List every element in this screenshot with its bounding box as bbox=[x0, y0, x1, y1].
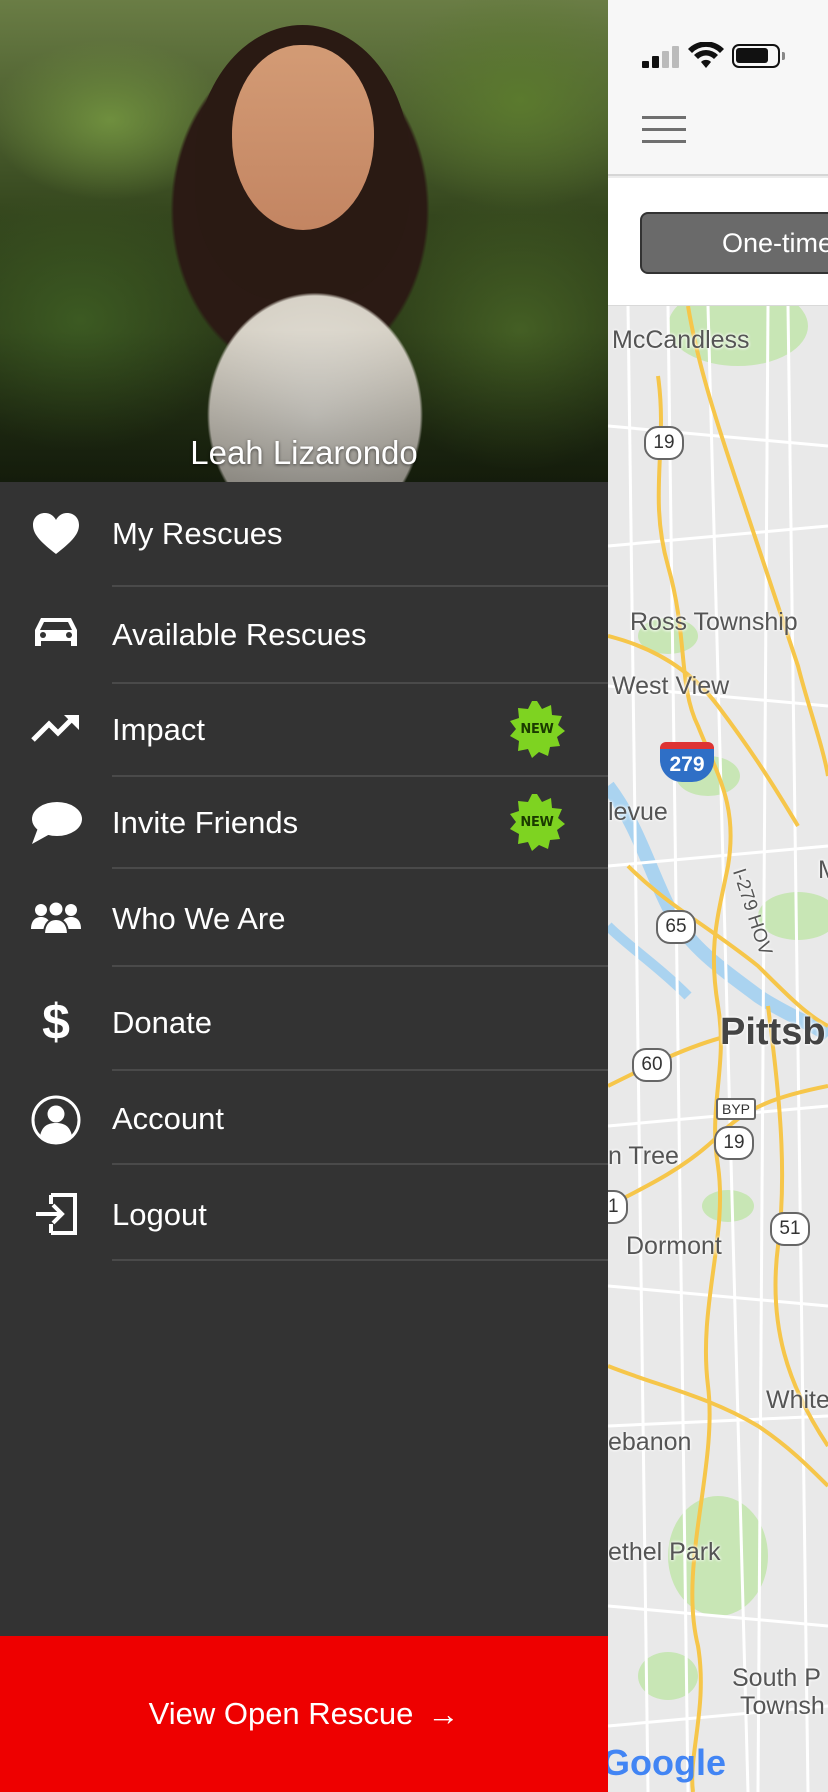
map-label: ebanon bbox=[608, 1428, 692, 1456]
new-badge: NEW bbox=[508, 793, 566, 851]
arrow-right-icon: → bbox=[427, 1695, 460, 1732]
menu-item-label: Logout bbox=[112, 1197, 207, 1232]
menu-item-donate[interactable]: $ Donate bbox=[0, 967, 608, 1071]
group-icon bbox=[28, 897, 84, 939]
map-label: West View bbox=[612, 672, 730, 700]
map-label: Townsh bbox=[740, 1692, 825, 1720]
profile-name: Leah Lizarondo bbox=[190, 434, 418, 471]
drawer-menu: My Rescues Available Rescues Impact NEW … bbox=[0, 482, 608, 1261]
profile-photo-face bbox=[232, 45, 374, 230]
main-app-view: One-time McCandless Ross Township West V… bbox=[608, 0, 828, 1792]
map-label: South P bbox=[732, 1664, 821, 1692]
hamburger-menu-icon[interactable] bbox=[642, 116, 688, 144]
map-label: Ross Township bbox=[630, 608, 798, 636]
user-circle-icon bbox=[28, 1095, 84, 1145]
map-label: Dormont bbox=[626, 1232, 722, 1260]
map-label: Pittsb bbox=[720, 1011, 826, 1053]
route-shield: 51 bbox=[770, 1212, 810, 1246]
view-open-rescue-label: View Open Rescue bbox=[148, 1696, 414, 1731]
menu-divider bbox=[112, 1259, 608, 1261]
menu-item-label: Who We Are bbox=[112, 901, 286, 936]
rescue-type-tabs: One-time bbox=[608, 178, 828, 306]
menu-item-logout[interactable]: Logout bbox=[0, 1165, 608, 1261]
map-label: White bbox=[766, 1386, 828, 1414]
route-shield: 60 bbox=[632, 1048, 672, 1082]
menu-item-label: Donate bbox=[112, 1005, 212, 1040]
dollar-icon: $ bbox=[42, 994, 70, 1050]
menu-item-impact[interactable]: Impact NEW bbox=[0, 684, 608, 777]
menu-item-account[interactable]: Account bbox=[0, 1071, 608, 1165]
menu-item-label: Account bbox=[112, 1101, 225, 1136]
speech-bubble-icon bbox=[28, 799, 84, 847]
navigation-drawer: Leah Lizarondo My Rescues Available Resc… bbox=[0, 0, 608, 1792]
logout-icon bbox=[28, 1191, 84, 1237]
map-label: M bbox=[818, 856, 828, 885]
car-icon bbox=[28, 611, 84, 655]
map-label: levue bbox=[608, 798, 668, 826]
heart-icon bbox=[28, 510, 84, 558]
route-shield: 19 bbox=[714, 1126, 754, 1160]
map-label: n Tree bbox=[608, 1142, 679, 1170]
menu-item-who-we-are[interactable]: Who We Are bbox=[0, 869, 608, 967]
cellular-signal-icon bbox=[642, 46, 684, 68]
app-header bbox=[608, 0, 828, 176]
google-attribution-logo: Google bbox=[608, 1742, 726, 1783]
map-label: McCandless bbox=[612, 326, 750, 354]
wifi-icon bbox=[688, 42, 724, 68]
menu-item-label: Invite Friends bbox=[112, 805, 299, 840]
new-badge: NEW bbox=[508, 700, 566, 758]
tab-one-time[interactable]: One-time bbox=[640, 212, 828, 274]
route-shield: BYP bbox=[716, 1098, 756, 1120]
battery-icon bbox=[732, 44, 785, 68]
route-shield: 19 bbox=[644, 426, 684, 460]
menu-item-label: Impact bbox=[112, 712, 206, 747]
map-view[interactable]: McCandless Ross Township West View levue… bbox=[608, 306, 828, 1792]
menu-item-my-rescues[interactable]: My Rescues bbox=[0, 482, 608, 587]
trending-up-icon bbox=[28, 708, 84, 748]
interstate-shield: 279 bbox=[660, 742, 714, 782]
menu-item-available-rescues[interactable]: Available Rescues bbox=[0, 587, 608, 684]
menu-item-label: My Rescues bbox=[112, 516, 283, 551]
view-open-rescue-button[interactable]: View Open Rescue → bbox=[0, 1636, 608, 1792]
profile-photo: Leah Lizarondo bbox=[0, 0, 608, 482]
menu-item-invite-friends[interactable]: Invite Friends NEW bbox=[0, 777, 608, 869]
route-shield: 65 bbox=[656, 910, 696, 944]
map-label: ethel Park bbox=[608, 1538, 721, 1566]
menu-item-label: Available Rescues bbox=[112, 617, 367, 652]
